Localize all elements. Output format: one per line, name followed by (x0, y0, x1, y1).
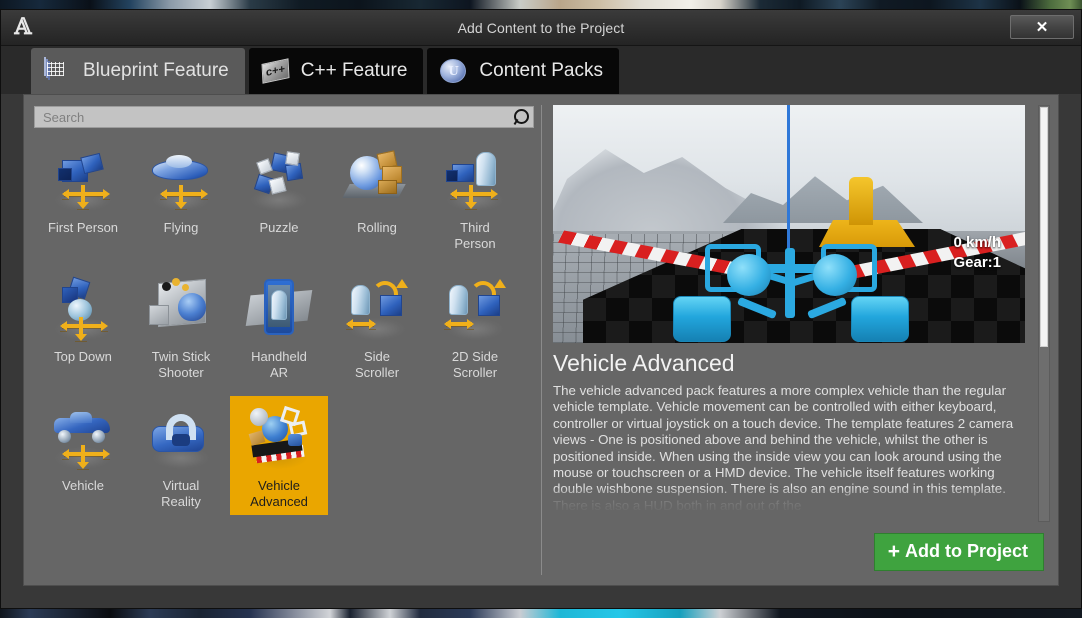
template-tile-virtual-reality[interactable]: Virtual Reality (132, 396, 230, 515)
tab-cpp-feature-label: C++ Feature (300, 60, 408, 81)
tab-blueprint-feature-label: Blueprint Feature (83, 60, 229, 81)
content-pack-sphere-icon-text: U (440, 59, 467, 83)
dialog-titlebar: 𝔸 Add Content to the Project ✕ (1, 10, 1081, 46)
hud-speed: 0 km/h (953, 234, 1001, 251)
close-button[interactable]: ✕ (1010, 15, 1074, 39)
content-panel: First Person Flying (23, 94, 1059, 586)
template-tile-label: Third Person (454, 220, 496, 251)
template-tile-label: Side Scroller (354, 349, 400, 380)
detail-scrollbar-thumb[interactable] (1040, 107, 1048, 347)
template-tile-vehicle-advanced[interactable]: Vehicle Advanced (230, 396, 328, 515)
preview-hud: 0 km/h Gear:1 (953, 233, 1001, 273)
template-tile-third-person[interactable]: Third Person (426, 138, 524, 257)
detail-scrollbar[interactable] (1038, 105, 1050, 522)
template-tile-label: Handheld AR (251, 349, 307, 380)
search-bar[interactable] (34, 106, 534, 128)
desktop-background-top (0, 0, 1082, 9)
template-tile-label: Twin Stick Shooter (151, 349, 211, 380)
template-tile-first-person[interactable]: First Person (34, 138, 132, 257)
template-tile-top-down[interactable]: Top Down (34, 267, 132, 386)
template-browser: First Person Flying (34, 105, 542, 575)
tab-strip: Blueprint Feature c++ C++ Feature U Cont… (1, 46, 1081, 94)
flying-icon (144, 146, 218, 216)
detail-title: Vehicle Advanced (553, 350, 735, 376)
virtual-reality-icon (144, 404, 218, 474)
dialog-footer: + Add to Project (553, 513, 1050, 575)
template-tile-label: Rolling (357, 220, 397, 235)
tab-cpp-feature[interactable]: c++ C++ Feature (248, 48, 424, 94)
detail-description: The vehicle advanced pack features a mor… (553, 383, 1014, 513)
desktop-taskbar-strip (0, 609, 1082, 618)
template-preview-image: 0 km/h Gear:1 (553, 105, 1025, 343)
content-pack-sphere-icon: U (440, 58, 470, 84)
template-tile-label: Vehicle Advanced (250, 478, 308, 509)
third-person-icon (438, 146, 512, 216)
cpp-card-icon: c++ (261, 58, 292, 84)
vehicle-chassis-art (673, 238, 909, 343)
blueprint-icon (44, 57, 74, 84)
template-tile-label: Vehicle (62, 478, 104, 493)
search-icon[interactable] (511, 108, 529, 126)
template-tile-handheld-ar[interactable]: Handheld AR (230, 267, 328, 386)
template-detail-pane: 0 km/h Gear:1 Vehicle Advanced The vehic… (542, 105, 1050, 575)
first-person-icon (46, 146, 120, 216)
handheld-ar-icon (242, 275, 316, 345)
unreal-engine-logo-icon: 𝔸 (14, 13, 32, 40)
top-down-icon (46, 275, 120, 345)
side-scroller-icon (340, 275, 414, 345)
template-tile-puzzle[interactable]: Puzzle (230, 138, 328, 257)
detail-description-container: The vehicle advanced pack features a mor… (553, 383, 1023, 513)
vehicle-advanced-icon (242, 404, 316, 474)
template-tile-flying[interactable]: Flying (132, 138, 230, 257)
template-tile-label: Flying (163, 220, 199, 235)
puzzle-icon (242, 146, 316, 216)
template-tile-twin-stick-shooter[interactable]: Twin Stick Shooter (132, 267, 230, 386)
template-tile-label: Top Down (54, 349, 112, 364)
tab-blueprint-feature[interactable]: Blueprint Feature (31, 48, 245, 94)
cpp-card-icon-text: c++ (261, 58, 290, 84)
rolling-icon (340, 146, 414, 216)
template-tile-label: First Person (47, 220, 119, 235)
vehicle-icon (46, 404, 120, 474)
template-grid: First Person Flying Puzzle Rolling Third… (34, 138, 534, 525)
dialog-body: First Person Flying (1, 94, 1081, 608)
template-tile-label: 2D Side Scroller (451, 349, 499, 380)
tab-content-packs-label: Content Packs (479, 60, 603, 81)
template-tile-side-scroller[interactable]: Side Scroller (328, 267, 426, 386)
add-to-project-button[interactable]: + Add to Project (873, 533, 1044, 571)
add-to-project-label: Add to Project (904, 541, 1028, 561)
tab-content-packs[interactable]: U Content Packs (427, 48, 619, 94)
template-tile-label: Puzzle (259, 220, 299, 235)
template-tile-label: Virtual Reality (161, 478, 201, 509)
search-input[interactable] (43, 109, 511, 125)
hud-gear: Gear:1 (953, 254, 1001, 271)
template-tile-2d-side-scroller[interactable]: 2D Side Scroller (426, 267, 524, 386)
dialog-title: Add Content to the Project (457, 20, 625, 36)
plus-icon: + (887, 539, 900, 563)
2d-side-scroller-icon (438, 275, 512, 345)
add-content-dialog: 𝔸 Add Content to the Project ✕ Blueprint… (0, 9, 1082, 609)
template-tile-vehicle[interactable]: Vehicle (34, 396, 132, 515)
template-tile-rolling[interactable]: Rolling (328, 138, 426, 257)
twin-stick-shooter-icon (144, 275, 218, 345)
